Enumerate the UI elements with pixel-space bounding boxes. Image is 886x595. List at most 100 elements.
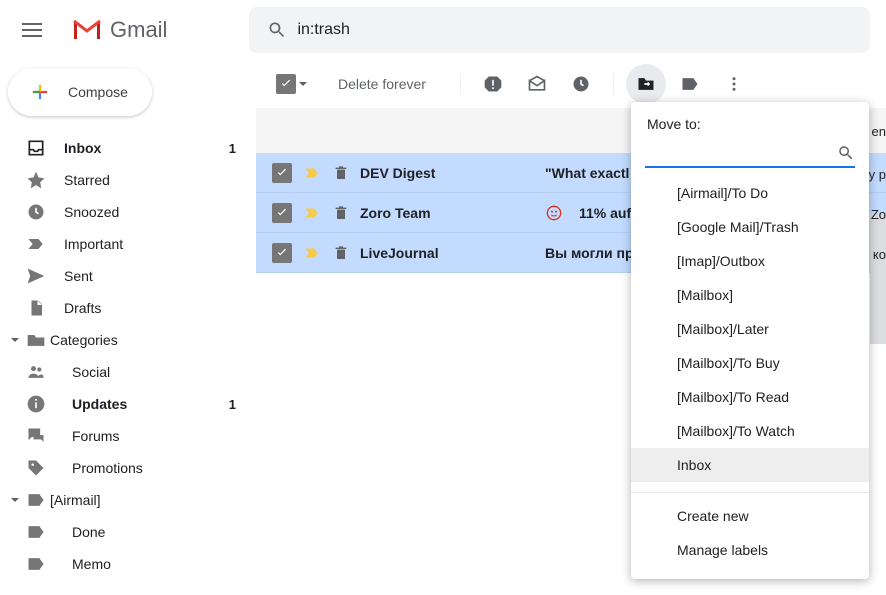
sidebar-item-updates[interactable]: Updates 1 <box>0 388 256 420</box>
report-spam-button[interactable] <box>473 64 513 104</box>
label-icon <box>26 522 46 542</box>
dropdown-option[interactable]: [Mailbox]/To Buy <box>631 346 869 380</box>
search-icon[interactable] <box>257 10 297 50</box>
sidebar-item-label: Updates <box>72 396 127 412</box>
trash-icon <box>332 205 350 221</box>
dropdown-option[interactable]: [Mailbox] <box>631 278 869 312</box>
dropdown-option[interactable]: [Mailbox]/To Read <box>631 380 869 414</box>
forum-icon <box>26 426 46 446</box>
dropdown-option[interactable]: [Imap]/Outbox <box>631 244 869 278</box>
hamburger-icon <box>22 23 42 37</box>
dropdown-option[interactable]: Spam <box>631 482 869 486</box>
dropdown-title: Move to: <box>631 116 869 140</box>
chevron-down-icon <box>298 79 308 89</box>
move-to-button[interactable] <box>626 64 666 104</box>
toolbar: Delete forever <box>256 60 886 108</box>
sidebar-item-drafts[interactable]: Drafts <box>0 292 256 324</box>
important-icon[interactable] <box>302 164 322 182</box>
sidebar-item-sent[interactable]: Sent <box>0 260 256 292</box>
tag-icon <box>26 458 46 478</box>
gmail-brand-text: Gmail <box>110 17 167 43</box>
labels-button[interactable] <box>670 64 710 104</box>
dropdown-option[interactable]: [Google Mail]/Trash <box>631 210 869 244</box>
row-sender: DEV Digest <box>360 165 535 181</box>
inbox-icon <box>26 138 46 158</box>
trash-icon <box>332 245 350 261</box>
clock-icon <box>26 202 46 222</box>
mark-read-button[interactable] <box>517 64 557 104</box>
app-header: Gmail <box>0 0 886 60</box>
sidebar-item-inbox[interactable]: Inbox 1 <box>0 132 256 164</box>
sidebar-item-social[interactable]: Social <box>0 356 256 388</box>
sidebar-item-label: Social <box>72 364 110 380</box>
sidebar-item-label: [Airmail] <box>50 492 101 508</box>
delete-forever-button[interactable]: Delete forever <box>338 76 426 92</box>
label-icon <box>26 554 46 574</box>
scrollbar[interactable] <box>870 214 886 344</box>
row-subject: "What exactl <box>545 165 629 181</box>
sidebar-item-label: Done <box>72 524 105 540</box>
collapse-triangle-icon <box>8 495 22 505</box>
file-icon <box>26 298 46 318</box>
sidebar-item-label: Drafts <box>64 300 101 316</box>
sidebar-item-snoozed[interactable]: Snoozed <box>0 196 256 228</box>
sidebar-item-label: Promotions <box>72 460 143 476</box>
sidebar-item-categories[interactable]: Categories <box>0 324 256 356</box>
star-icon <box>26 170 46 190</box>
compose-button[interactable]: Compose <box>8 68 152 116</box>
sidebar-item-airmail[interactable]: [Airmail] <box>0 484 256 516</box>
row-checkbox[interactable] <box>272 243 292 263</box>
sidebar-item-label: Categories <box>50 332 118 348</box>
dropdown-manage-labels[interactable]: Manage labels <box>631 533 869 567</box>
sidebar-item-label: Sent <box>64 268 93 284</box>
row-sender: Zoro Team <box>360 205 535 221</box>
send-icon <box>26 266 46 286</box>
sidebar-item-count: 1 <box>229 397 236 412</box>
dropdown-option[interactable]: [Airmail]/To Do <box>631 176 869 210</box>
compose-label: Compose <box>68 84 128 100</box>
dropdown-create-new[interactable]: Create new <box>631 499 869 533</box>
row-checkbox[interactable] <box>272 163 292 183</box>
search-input[interactable] <box>297 21 862 39</box>
sidebar-item-label: Important <box>64 236 123 252</box>
sidebar-item-forums[interactable]: Forums <box>0 420 256 452</box>
dropdown-option[interactable]: [Mailbox]/To Watch <box>631 414 869 448</box>
trash-icon <box>332 165 350 181</box>
sidebar-item-label: Memo <box>72 556 111 572</box>
search-bar[interactable] <box>249 7 870 53</box>
dropdown-options: [Airmail]/To Do[Google Mail]/Trash[Imap]… <box>631 176 869 486</box>
sidebar-item-done[interactable]: Done <box>0 516 256 548</box>
content-area: Delete forever DEV Digest "What exactl Z… <box>256 60 886 595</box>
gmail-logo[interactable]: Gmail <box>64 17 167 43</box>
sidebar-item-label: Starred <box>64 172 110 188</box>
main-layout: Compose Inbox 1 Starred Snoozed Importan… <box>0 60 886 595</box>
sidebar-item-label: Inbox <box>64 140 101 156</box>
row-edge-text: ко <box>873 247 886 262</box>
info-icon <box>26 394 46 414</box>
sidebar: Compose Inbox 1 Starred Snoozed Importan… <box>0 60 256 595</box>
dropdown-search-input[interactable] <box>645 145 837 161</box>
gmail-envelope-icon <box>72 19 102 41</box>
dropdown-option[interactable]: Inbox <box>631 448 869 482</box>
search-icon <box>837 144 855 162</box>
select-all-checkbox[interactable] <box>272 74 312 94</box>
main-menu-button[interactable] <box>8 6 56 54</box>
sidebar-item-important[interactable]: Important <box>0 228 256 260</box>
more-button[interactable] <box>714 64 754 104</box>
important-icon[interactable] <box>302 204 322 222</box>
row-checkbox[interactable] <box>272 203 292 223</box>
sidebar-item-starred[interactable]: Starred <box>0 164 256 196</box>
snooze-button[interactable] <box>561 64 601 104</box>
important-icon[interactable] <box>302 244 322 262</box>
dropdown-option[interactable]: [Mailbox]/Later <box>631 312 869 346</box>
dropdown-search[interactable] <box>645 140 855 168</box>
categories-icon <box>26 330 46 350</box>
plus-icon <box>24 76 56 108</box>
promo-badge-icon <box>545 204 563 222</box>
sidebar-item-count: 1 <box>229 141 236 156</box>
row-edge-text: en <box>872 124 886 139</box>
toolbar-separator <box>613 74 614 94</box>
sidebar-item-memo[interactable]: Memo <box>0 548 256 580</box>
label-icon <box>26 490 46 510</box>
sidebar-item-promotions[interactable]: Promotions <box>0 452 256 484</box>
